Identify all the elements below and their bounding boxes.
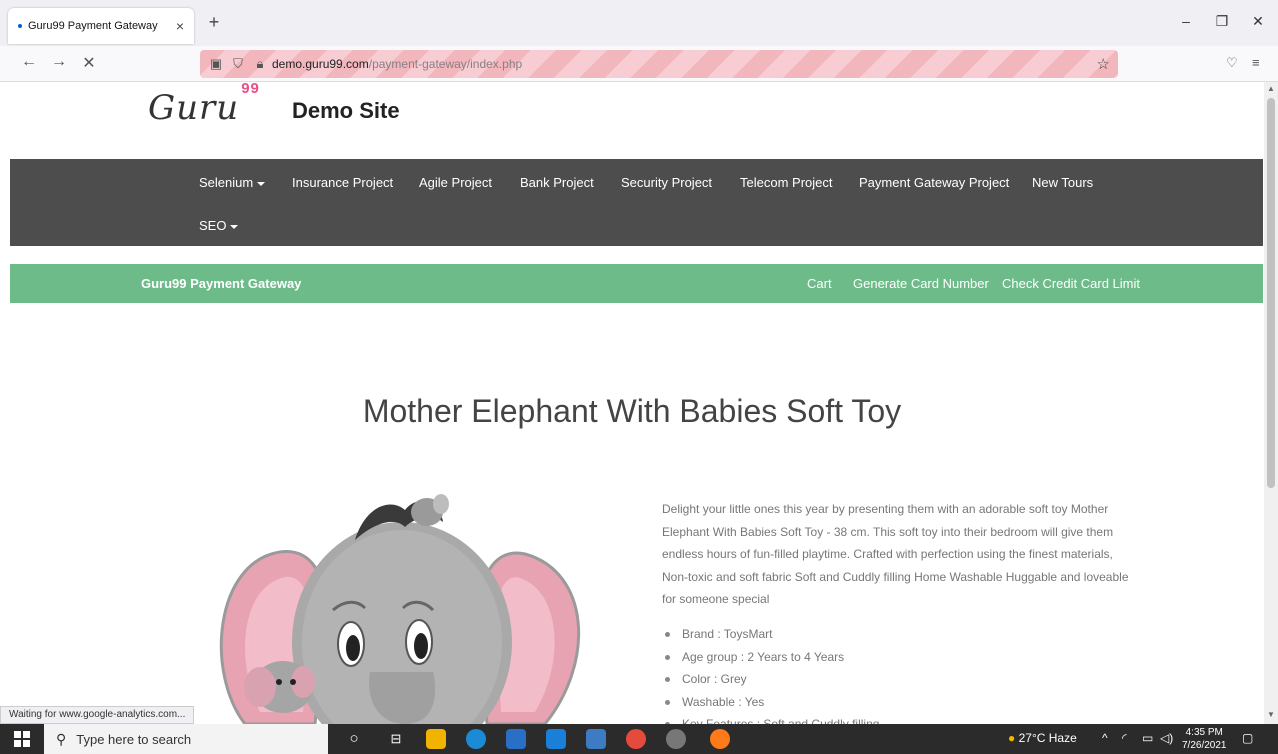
permissions-icon[interactable]: ▣ [206,56,226,72]
nav-item-telecom[interactable]: Telecom Project [740,175,832,190]
cart-link[interactable]: Cart [807,276,832,291]
scroll-up-icon[interactable]: ▲ [1264,84,1278,93]
app-icon[interactable] [586,729,606,749]
scroll-thumb[interactable] [1267,98,1275,488]
spec-item: Age group : 2 Years to 4 Years [662,646,879,669]
chrome-icon[interactable] [626,729,646,749]
loading-dot-icon [18,24,22,28]
site-title: Demo Site [292,98,400,123]
spec-item: Washable : Yes [662,691,879,714]
scroll-down-icon[interactable]: ▼ [1264,710,1278,719]
window-close-icon[interactable]: ✕ [1248,13,1268,30]
main-nav: Selenium Insurance Project Agile Project… [10,159,1263,246]
weather-widget[interactable]: ● 27°C Haze [1008,731,1077,745]
nav-item-payment-gateway[interactable]: Payment Gateway Project [859,175,1009,190]
windows-start-icon[interactable] [0,724,44,754]
product-image [205,492,595,724]
spec-item: Color : Grey [662,668,879,691]
nav-item-seo[interactable]: SEO [199,218,239,233]
taskbar-clock[interactable]: 4:35 PM 7/26/2021 [1182,726,1227,752]
page-scrollbar[interactable]: ▲ ▼ [1264,82,1278,724]
nav-item-selenium[interactable]: Selenium [199,175,266,190]
new-tab-icon[interactable]: + [204,12,224,33]
caret-down-icon [230,224,239,229]
gateway-brand-link[interactable]: Guru99 Payment Gateway [141,276,301,291]
browser-tab[interactable]: Guru99 Payment Gateway × [8,8,194,44]
search-placeholder: Type here to search [76,731,192,747]
url-path: /payment-gateway/index.php [368,57,523,71]
spec-item: Brand : ToysMart [662,623,879,646]
restore-icon[interactable]: ❐ [1212,13,1232,30]
firefox-icon[interactable] [710,729,730,749]
battery-icon[interactable]: ▭ [1142,731,1153,745]
gateway-nav: Guru99 Payment Gateway Cart Generate Car… [10,264,1263,303]
spec-item: Key Features : Soft and Cuddly filling [662,713,879,724]
search-icon: ⚲ [56,730,67,747]
product-description: Delight your little ones this year by pr… [662,502,1129,607]
nav-item-insurance[interactable]: Insurance Project [292,175,393,190]
product-specs: Brand : ToysMart Age group : 2 Years to … [662,623,879,724]
tab-close-icon[interactable]: × [176,18,184,34]
tray-chevron-icon[interactable]: ^ [1102,731,1108,745]
store-icon[interactable] [506,729,526,749]
notifications-icon[interactable]: ▢ [1242,731,1253,745]
status-tooltip: Waiting for www.google-analytics.com... [0,706,195,724]
url-host: demo.guru99.com [272,57,369,71]
guru99-logo[interactable]: Guru 99 [148,82,260,128]
bookmark-star-icon[interactable]: ☆ [1097,55,1110,73]
taskbar-search-input[interactable]: ⚲ Type here to search [44,724,328,754]
volume-icon[interactable]: ◁) [1160,731,1173,745]
menu-icon[interactable]: ≡ [1252,55,1260,70]
weather-sun-icon: ● [1008,731,1016,745]
task-view-icon[interactable]: ⊟ [386,729,406,749]
check-credit-limit-link[interactable]: Check Credit Card Limit [1002,276,1140,291]
browser-tab-bar: Guru99 Payment Gateway × + – ❐ ✕ [0,0,1278,46]
nav-item-security[interactable]: Security Project [621,175,712,190]
forward-icon[interactable]: → [48,53,70,71]
stop-loading-icon[interactable]: ✕ [78,53,100,73]
lock-icon[interactable]: 🔒︎ [250,56,270,72]
caret-down-icon [257,181,266,186]
nav-item-new-tours[interactable]: New Tours [1032,175,1093,190]
generate-card-number-link[interactable]: Generate Card Number [853,276,989,291]
pocket-icon[interactable]: ♡ [1226,55,1238,71]
page-viewport: Guru 99 Demo Site Selenium Insurance Proj… [0,82,1264,724]
url-bar[interactable]: ▣ ⛉ 🔒︎ demo.guru99.com /payment-gateway/… [200,50,1118,78]
nav-item-bank[interactable]: Bank Project [520,175,594,190]
cortana-icon[interactable]: ○ [344,729,364,749]
mail-icon[interactable] [546,729,566,749]
file-explorer-icon[interactable] [426,729,446,749]
network-icon[interactable]: ◜ [1122,731,1127,745]
windows-taskbar: ⚲ Type here to search ○ ⊟ ● 27°C Haze ^ … [0,724,1278,754]
product-title: Mother Elephant With Babies Soft Toy [362,393,902,429]
tracking-shield-icon[interactable]: ⛉ [228,56,248,72]
edge-icon[interactable] [466,729,486,749]
settings-gear-icon[interactable] [666,729,686,749]
browser-nav-bar: ← → ✕ ▣ ⛉ 🔒︎ demo.guru99.com /payment-ga… [0,46,1278,82]
minimize-icon[interactable]: – [1176,13,1196,29]
nav-item-agile[interactable]: Agile Project [419,175,492,190]
back-icon[interactable]: ← [18,53,40,71]
tab-title: Guru99 Payment Gateway [28,20,158,32]
